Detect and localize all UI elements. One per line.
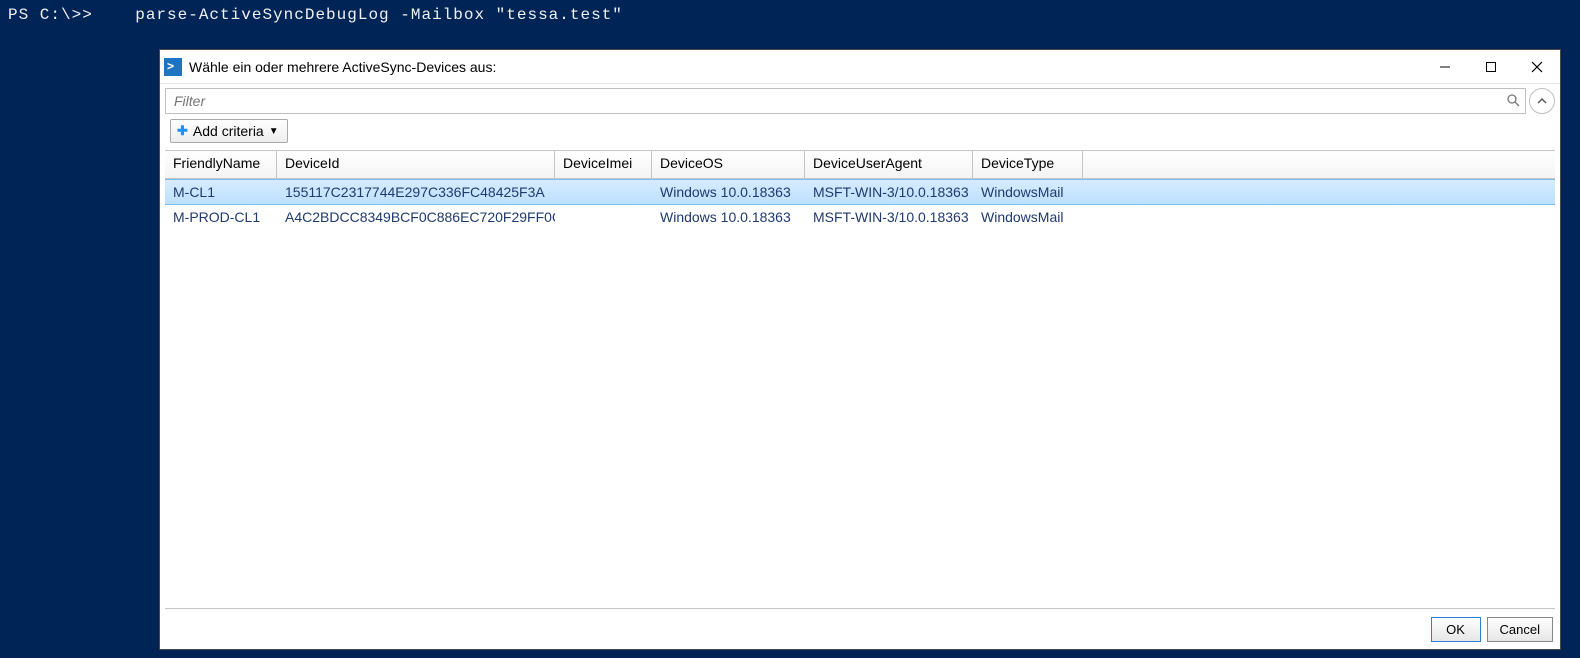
close-button[interactable] [1514, 51, 1560, 83]
filter-toolbar: ✚ Add criteria ▼ [160, 84, 1560, 150]
cell-deviceuseragent: MSFT-WIN-3/10.0.18363 [805, 205, 973, 231]
collapse-filter-button[interactable] [1529, 88, 1555, 114]
cell-friendlyname: M-CL1 [165, 180, 277, 204]
table-row[interactable]: M-CL1155117C2317744E297C336FC48425F3A Win… [165, 179, 1555, 205]
device-grid: FriendlyName DeviceId DeviceImei DeviceO… [165, 150, 1555, 609]
col-header-friendlyname[interactable]: FriendlyName [165, 151, 277, 178]
ok-button[interactable]: OK [1431, 617, 1481, 642]
titlebar[interactable]: Wähle ein oder mehrere ActiveSync-Device… [160, 50, 1560, 84]
cell-deviceimei [555, 205, 652, 231]
table-row[interactable]: M-PROD-CL1A4C2BDCC8349BCF0C886EC720F29FF… [165, 205, 1555, 231]
cell-spacer [1083, 205, 1555, 231]
chevron-down-icon: ▼ [269, 126, 279, 137]
grid-body[interactable]: M-CL1155117C2317744E297C336FC48425F3A Win… [165, 179, 1555, 608]
cell-devicetype: WindowsMail [973, 180, 1083, 204]
col-header-devicetype[interactable]: DeviceType [973, 151, 1083, 178]
gridview-dialog: Wähle ein oder mehrere ActiveSync-Device… [159, 49, 1561, 650]
cell-deviceuseragent: MSFT-WIN-3/10.0.18363 [805, 180, 973, 204]
cell-deviceos: Windows 10.0.18363 [652, 205, 805, 231]
cell-friendlyname: M-PROD-CL1 [165, 205, 277, 231]
window-title: Wähle ein oder mehrere ActiveSync-Device… [189, 59, 1422, 75]
col-header-deviceid[interactable]: DeviceId [277, 151, 555, 178]
powershell-icon [164, 58, 182, 76]
maximize-button[interactable] [1468, 51, 1514, 83]
search-icon[interactable] [1506, 93, 1520, 110]
grid-header: FriendlyName DeviceId DeviceImei DeviceO… [165, 151, 1555, 179]
col-header-spacer [1083, 151, 1555, 178]
cell-deviceid: 155117C2317744E297C336FC48425F3A [277, 180, 555, 204]
add-criteria-button[interactable]: ✚ Add criteria ▼ [170, 119, 288, 143]
add-criteria-label: Add criteria [193, 123, 264, 139]
cancel-button[interactable]: Cancel [1487, 617, 1553, 642]
col-header-deviceimei[interactable]: DeviceImei [555, 151, 652, 178]
cell-spacer [1083, 180, 1555, 204]
minimize-button[interactable] [1422, 51, 1468, 83]
col-header-deviceos[interactable]: DeviceOS [652, 151, 805, 178]
cell-deviceid: A4C2BDCC8349BCF0C886EC720F29FF0C [277, 205, 555, 231]
plus-icon: ✚ [177, 123, 188, 139]
col-header-deviceuseragent[interactable]: DeviceUserAgent [805, 151, 973, 178]
console-command-line: PS C:\>> parse-ActiveSyncDebugLog -Mailb… [0, 0, 1580, 30]
cell-deviceimei [555, 180, 652, 204]
cell-deviceos: Windows 10.0.18363 [652, 180, 805, 204]
powershell-console: PS C:\>> parse-ActiveSyncDebugLog -Mailb… [0, 0, 1580, 658]
filter-input[interactable] [165, 88, 1526, 114]
cell-devicetype: WindowsMail [973, 205, 1083, 231]
dialog-footer: OK Cancel [160, 611, 1560, 649]
